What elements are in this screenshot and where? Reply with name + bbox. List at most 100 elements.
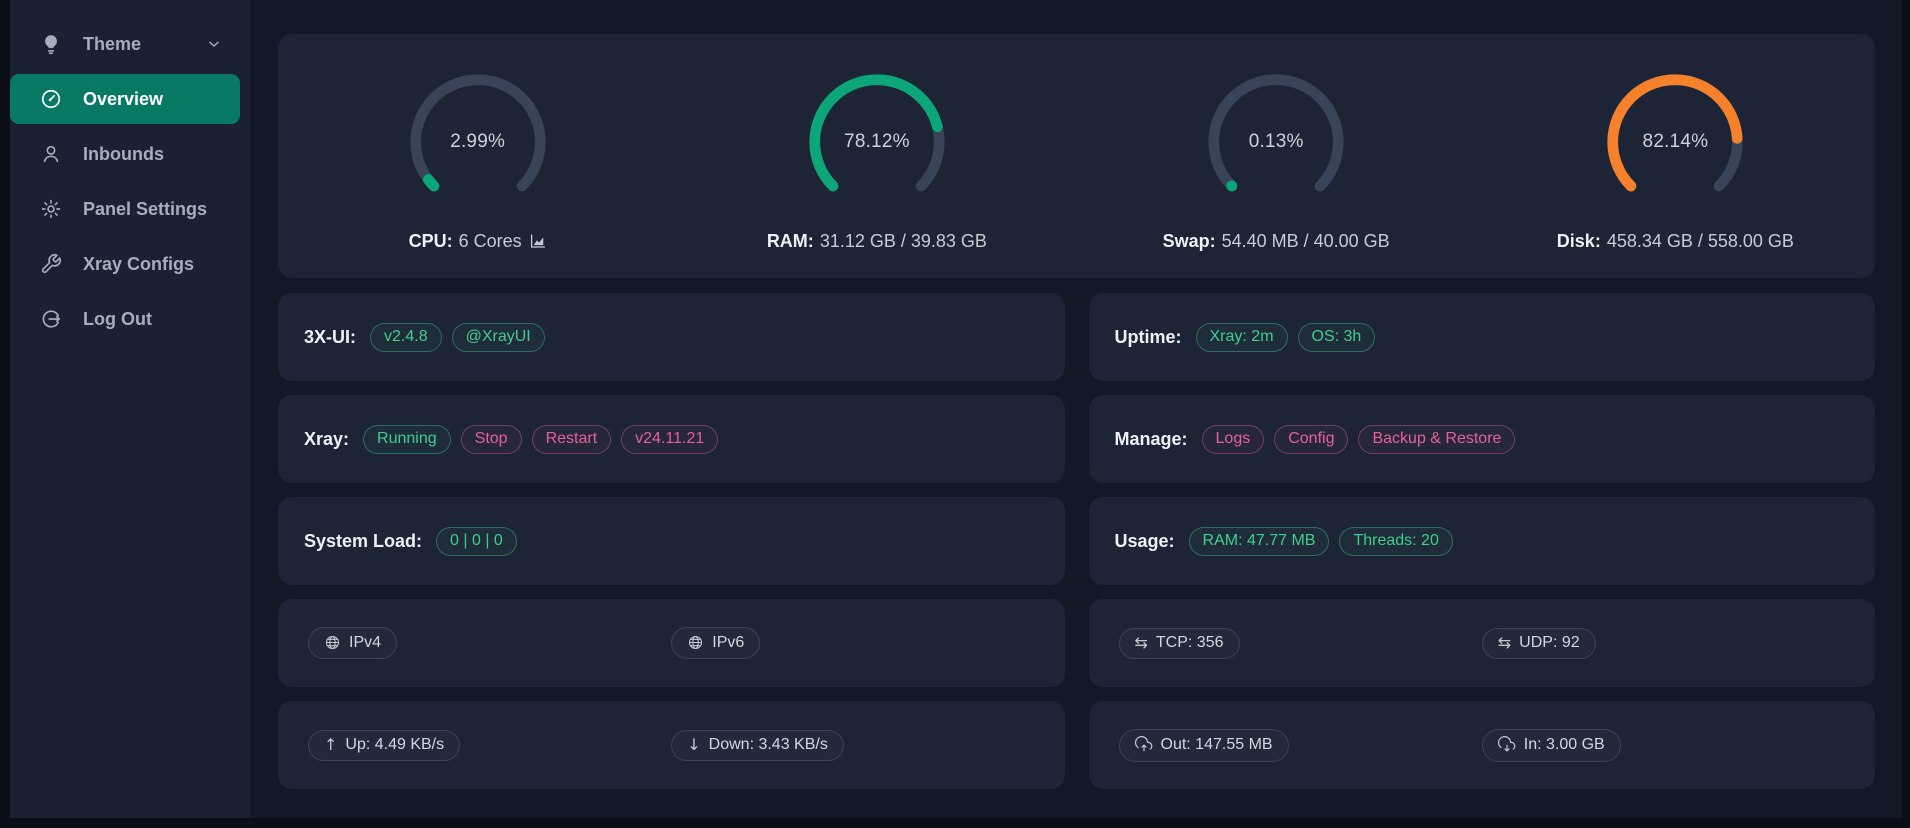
- main-content: 2.99% CPU: 6 Cores: [250, 0, 1902, 818]
- xray-restart-button[interactable]: Restart: [532, 425, 612, 454]
- network-speed-card: ↑ Up: 4.49 KB/s ↓ Down: 3.43 KB/s: [278, 701, 1065, 789]
- system-stats-card: 2.99% CPU: 6 Cores: [278, 34, 1875, 278]
- chart-icon[interactable]: [529, 232, 547, 250]
- config-button[interactable]: Config: [1274, 425, 1348, 454]
- pill-label: Out: 147.55 MB: [1161, 737, 1273, 753]
- card-label: Xray:: [304, 429, 349, 450]
- sidebar-item-theme[interactable]: Theme: [10, 19, 240, 69]
- gauge-detail: 458.34 GB / 558.00 GB: [1607, 231, 1794, 252]
- udp-half: ⇆ UDP: 92: [1482, 628, 1845, 659]
- gauge-ring: 82.14%: [1602, 69, 1748, 215]
- app-window: Theme Overview Inbounds: [0, 0, 1910, 818]
- os-uptime-badge: OS: 3h: [1298, 323, 1376, 352]
- panel-version-badge[interactable]: v2.4.8: [370, 323, 442, 352]
- gauge-percent: 78.12%: [804, 69, 950, 215]
- gauge-label: CPU:: [409, 231, 453, 252]
- sidebar-item-label: Theme: [83, 34, 141, 55]
- cloud-upload-icon: [1135, 736, 1153, 754]
- gauge-ring: 78.12%: [804, 69, 950, 215]
- card-label: Uptime:: [1115, 327, 1182, 348]
- ipv4-pill[interactable]: IPv4: [308, 627, 397, 659]
- panel-version-card: 3X-UI: v2.4.8 @XrayUI: [278, 293, 1065, 381]
- tcp-half: ⇆ TCP: 356: [1119, 628, 1482, 659]
- connections-card: ⇆ TCP: 356 ⇆ UDP: 92: [1089, 599, 1876, 687]
- traffic-in-half: In: 3.00 GB: [1482, 729, 1845, 762]
- arrow-up-icon: ↑: [324, 737, 337, 753]
- ipv4-half: IPv4: [308, 627, 671, 659]
- cloud-download-icon: [1498, 736, 1516, 754]
- telegram-channel-badge[interactable]: @XrayUI: [452, 323, 545, 352]
- gear-icon: [40, 198, 62, 220]
- traffic-totals-card: Out: 147.55 MB In: 3.00 GB: [1089, 701, 1876, 789]
- system-load-badge: 0 | 0 | 0: [436, 527, 517, 556]
- upload-speed-half: ↑ Up: 4.49 KB/s: [308, 730, 671, 761]
- uptime-card: Uptime: Xray: 2m OS: 3h: [1089, 293, 1876, 381]
- logout-icon: [40, 308, 62, 330]
- dashboard-icon: [40, 88, 62, 110]
- backup-restore-button[interactable]: Backup & Restore: [1358, 425, 1515, 454]
- gauge-caption: Swap: 54.40 MB / 40.00 GB: [1163, 231, 1390, 252]
- gauge-label: Disk:: [1557, 231, 1601, 252]
- sidebar-item-label: Overview: [83, 89, 163, 110]
- gauge-cpu: 2.99% CPU: 6 Cores: [278, 61, 677, 252]
- chevron-down-icon[interactable]: [206, 36, 222, 52]
- traffic-out-pill: Out: 147.55 MB: [1119, 729, 1289, 762]
- gauge-percent: 2.99%: [405, 69, 551, 215]
- sidebar-item-overview[interactable]: Overview: [10, 74, 240, 124]
- usage-card: Usage: RAM: 47.77 MB Threads: 20: [1089, 497, 1876, 585]
- pill-label: IPv4: [349, 635, 381, 651]
- xray-stop-button[interactable]: Stop: [461, 425, 522, 454]
- xray-running-badge: Running: [363, 425, 451, 454]
- pill-label: IPv6: [712, 635, 744, 651]
- gauge-ring: 2.99%: [405, 69, 551, 215]
- gauge-ram: 78.12% RAM: 31.12 GB / 39.83 GB: [677, 61, 1076, 252]
- traffic-in-pill: In: 3.00 GB: [1482, 729, 1621, 762]
- swap-arrows-icon: ⇆: [1498, 635, 1511, 651]
- xray-uptime-badge: Xray: 2m: [1196, 323, 1288, 352]
- card-label: 3X-UI:: [304, 327, 356, 348]
- xray-status-card: Xray: Running Stop Restart v24.11.21: [278, 395, 1065, 483]
- wrench-icon: [40, 253, 62, 275]
- sidebar-item-label: Inbounds: [83, 144, 164, 165]
- gauge-ring: 0.13%: [1203, 69, 1349, 215]
- gauge-caption: RAM: 31.12 GB / 39.83 GB: [767, 231, 987, 252]
- sidebar-item-panel-settings[interactable]: Panel Settings: [10, 184, 240, 234]
- ipv6-pill[interactable]: IPv6: [671, 627, 760, 659]
- sidebar-item-label: Panel Settings: [83, 199, 207, 220]
- card-label: Manage:: [1115, 429, 1188, 450]
- sidebar-item-log-out[interactable]: Log Out: [10, 294, 240, 344]
- upload-speed-pill: ↑ Up: 4.49 KB/s: [308, 730, 460, 761]
- gauge-disk: 82.14% Disk: 458.34 GB / 558.00 GB: [1476, 61, 1875, 252]
- gauge-caption: Disk: 458.34 GB / 558.00 GB: [1557, 231, 1794, 252]
- logs-button[interactable]: Logs: [1202, 425, 1265, 454]
- gauge-swap: 0.13% Swap: 54.40 MB / 40.00 GB: [1077, 61, 1476, 252]
- ram-usage-badge: RAM: 47.77 MB: [1189, 527, 1330, 556]
- sidebar-item-xray-configs[interactable]: Xray Configs: [10, 239, 240, 289]
- gauge-percent: 0.13%: [1203, 69, 1349, 215]
- pill-label: UDP: 92: [1519, 635, 1579, 651]
- card-label: Usage:: [1115, 531, 1175, 552]
- system-load-card: System Load: 0 | 0 | 0: [278, 497, 1065, 585]
- download-speed-half: ↓ Down: 3.43 KB/s: [671, 730, 1034, 761]
- swap-arrows-icon: ⇆: [1135, 635, 1148, 651]
- arrow-down-icon: ↓: [687, 737, 700, 753]
- pill-label: TCP: 356: [1156, 635, 1224, 651]
- ip-card: IPv4 IPv6: [278, 599, 1065, 687]
- xray-version-badge[interactable]: v24.11.21: [621, 425, 718, 454]
- traffic-out-half: Out: 147.55 MB: [1119, 729, 1482, 762]
- udp-count-pill: ⇆ UDP: 92: [1482, 628, 1596, 659]
- sidebar-item-inbounds[interactable]: Inbounds: [10, 129, 240, 179]
- tcp-count-pill: ⇆ TCP: 356: [1119, 628, 1240, 659]
- gauge-detail: 31.12 GB / 39.83 GB: [820, 231, 987, 252]
- gauge-detail: 54.40 MB / 40.00 GB: [1222, 231, 1390, 252]
- pill-label: In: 3.00 GB: [1524, 737, 1605, 753]
- sidebar-item-label: Xray Configs: [83, 254, 194, 275]
- ipv6-half: IPv6: [671, 627, 1034, 659]
- threads-badge: Threads: 20: [1339, 527, 1452, 556]
- info-grid: 3X-UI: v2.4.8 @XrayUI Uptime: Xray: 2m O…: [278, 293, 1875, 789]
- card-label: System Load:: [304, 531, 422, 552]
- download-speed-pill: ↓ Down: 3.43 KB/s: [671, 730, 844, 761]
- user-icon: [40, 143, 62, 165]
- gauge-label: RAM:: [767, 231, 814, 252]
- pill-label: Down: 3.43 KB/s: [709, 737, 828, 753]
